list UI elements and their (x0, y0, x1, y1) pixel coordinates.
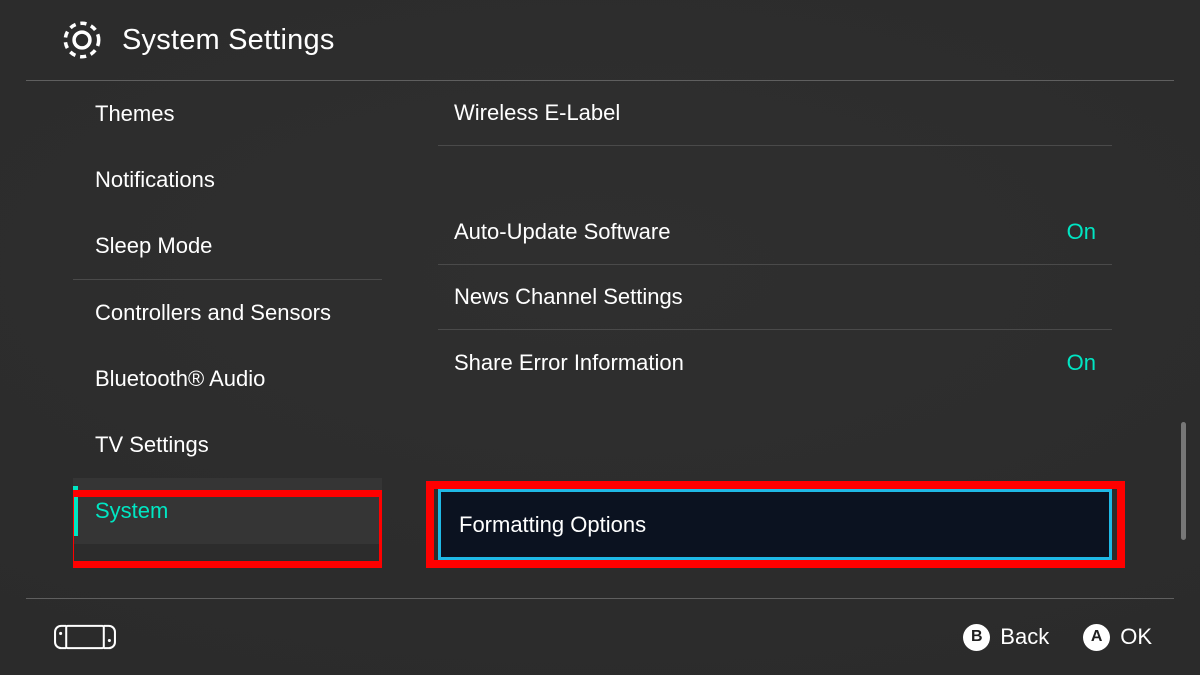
row-label: Share Error Information (454, 350, 684, 376)
header: System Settings (0, 0, 1200, 80)
row-value: On (1067, 219, 1096, 245)
sidebar-item-system[interactable]: System (73, 478, 382, 544)
back-label: Back (1000, 624, 1049, 650)
sidebar-item-bluetooth-audio[interactable]: Bluetooth® Audio (73, 346, 382, 412)
back-button[interactable]: B Back (963, 624, 1049, 651)
sidebar-item-label: Bluetooth® Audio (95, 366, 265, 392)
sidebar-item-label: Notifications (95, 167, 215, 193)
a-button-icon: A (1083, 624, 1110, 651)
sidebar-item-tv-settings[interactable]: TV Settings (73, 412, 382, 478)
row-formatting-options[interactable]: Formatting Options (438, 489, 1112, 560)
ok-label: OK (1120, 624, 1152, 650)
sidebar: Themes Notifications Sleep Mode Controll… (73, 81, 382, 570)
sidebar-item-notifications[interactable]: Notifications (73, 147, 382, 213)
footer: B Back A OK (0, 599, 1200, 675)
settings-icon (60, 18, 104, 62)
scrollbar-thumb[interactable] (1181, 422, 1186, 540)
b-button-icon: B (963, 624, 990, 651)
row-auto-update[interactable]: Auto-Update Software On (438, 200, 1112, 265)
footer-actions: B Back A OK (963, 624, 1200, 651)
row-label: Formatting Options (459, 512, 646, 538)
row-label: News Channel Settings (454, 284, 683, 310)
sidebar-item-controllers[interactable]: Controllers and Sensors (73, 280, 382, 346)
controller-icon (52, 622, 118, 652)
ok-button[interactable]: A OK (1083, 624, 1152, 651)
row-wireless-elabel[interactable]: Wireless E-Label (438, 81, 1112, 146)
sidebar-item-label: Controllers and Sensors (95, 300, 331, 326)
sidebar-item-sleep-mode[interactable]: Sleep Mode (73, 213, 382, 279)
sidebar-item-label: Themes (95, 101, 174, 127)
sidebar-item-themes[interactable]: Themes (73, 81, 382, 147)
row-value: On (1067, 350, 1096, 376)
content-panel: Wireless E-Label Auto-Update Software On… (438, 81, 1112, 570)
row-news-channel-settings[interactable]: News Channel Settings (438, 265, 1112, 330)
row-share-error-info[interactable]: Share Error Information On (438, 330, 1112, 395)
sidebar-item-label: TV Settings (95, 432, 209, 458)
sidebar-item-label: Sleep Mode (95, 233, 212, 259)
row-label: Wireless E-Label (454, 100, 620, 126)
section-gap (438, 146, 1112, 200)
row-label: Auto-Update Software (454, 219, 670, 245)
page-title: System Settings (122, 24, 335, 57)
sidebar-item-label: System (95, 498, 168, 524)
